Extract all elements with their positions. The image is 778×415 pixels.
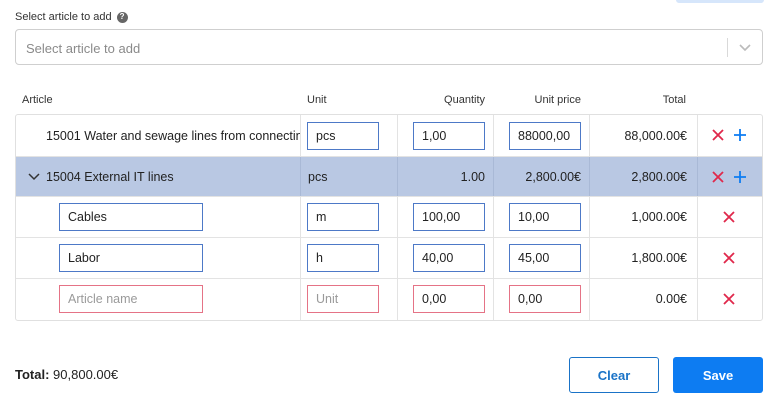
article-name-input[interactable]: Labor [59,244,203,272]
column-header-article: Article [22,94,53,106]
grand-total: Total: 90,800.00€ [15,367,118,382]
unit-input[interactable]: pcs [307,122,379,150]
column-header-total: Total [662,94,686,106]
table-row-new: Article name Unit 0,00 0,00 0.00€ [16,279,762,320]
article-name-input[interactable]: Article name [59,285,203,313]
column-divider [697,197,698,237]
select-article-label: Select article to add ? [15,11,128,23]
column-divider [397,115,398,156]
column-divider [589,279,590,320]
top-accent-strip [676,0,764,3]
column-divider [300,279,301,320]
article-name-input[interactable]: Cables [59,203,203,231]
table-row-group[interactable]: 15004 External IT lines pcs 1.00 2,800.0… [16,157,762,197]
article-select[interactable]: Select article to add [15,29,763,65]
article-select-placeholder: Select article to add [26,41,141,56]
add-plus-icon[interactable] [733,170,747,184]
quantity-input[interactable]: 100,00 [413,203,485,231]
column-divider [697,279,698,320]
unit-price-input[interactable]: 10,00 [509,203,581,231]
column-divider [697,157,698,196]
group-unit-price: 2,800.00€ [525,170,581,184]
column-divider [697,238,698,278]
save-button[interactable]: Save [673,357,763,393]
add-plus-icon[interactable] [733,128,747,142]
unit-price-input[interactable]: 88000,00 [509,122,581,150]
articles-table: 15001 Water and sewage lines from connec… [15,114,763,321]
column-divider [493,115,494,156]
column-header-unit: Unit [307,94,327,106]
column-divider [493,238,494,278]
chevron-down-icon[interactable] [28,172,40,182]
row-total: 88,000.00€ [624,129,687,143]
row-total: 1,800.00€ [631,251,687,265]
delete-x-icon[interactable] [722,292,736,306]
row-total: 0.00€ [655,292,687,306]
grand-total-label: Total: [15,367,50,382]
unit-input[interactable]: m [307,203,379,231]
unit-input[interactable]: Unit [307,285,379,313]
delete-x-icon[interactable] [711,170,725,184]
group-total: 2,800.00€ [631,170,687,184]
column-divider [300,197,301,237]
column-divider [493,279,494,320]
row-total: 1,000.00€ [631,210,687,224]
column-header-quantity: Quantity [444,94,485,106]
column-divider [493,197,494,237]
delete-x-icon[interactable] [711,128,725,142]
column-divider [397,197,398,237]
chevron-down-icon[interactable] [736,40,754,56]
article-name: 15001 Water and sewage lines from connec… [46,129,300,143]
table-row: Labor h 40,00 45,00 1,800.00€ [16,238,762,279]
column-divider [589,238,590,278]
column-divider [300,157,301,196]
column-divider [589,115,590,156]
table-row: 15001 Water and sewage lines from connec… [16,115,762,157]
column-divider [397,238,398,278]
column-divider [397,157,398,196]
column-divider [397,279,398,320]
unit-input[interactable]: h [307,244,379,272]
select-divider [727,38,728,57]
quantity-input[interactable]: 0,00 [413,285,485,313]
unit-price-input[interactable]: 0,00 [509,285,581,313]
group-unit: pcs [308,170,328,184]
question-circle-icon[interactable]: ? [116,11,128,23]
quantity-input[interactable]: 1,00 [413,122,485,150]
column-divider [589,157,590,196]
column-divider [589,197,590,237]
select-article-label-text: Select article to add [15,11,112,23]
grand-total-value: 90,800.00€ [53,367,119,382]
column-divider [697,115,698,156]
delete-x-icon[interactable] [722,210,736,224]
delete-x-icon[interactable] [722,251,736,265]
column-divider [300,115,301,156]
clear-button[interactable]: Clear [569,357,659,393]
table-row: Cables m 100,00 10,00 1,000.00€ [16,197,762,238]
unit-price-input[interactable]: 45,00 [509,244,581,272]
group-quantity: 1.00 [460,170,485,184]
group-article-name: 15004 External IT lines [46,170,174,184]
column-divider [300,238,301,278]
quantity-input[interactable]: 40,00 [413,244,485,272]
column-header-unit-price: Unit price [534,94,581,106]
column-divider [493,157,494,196]
